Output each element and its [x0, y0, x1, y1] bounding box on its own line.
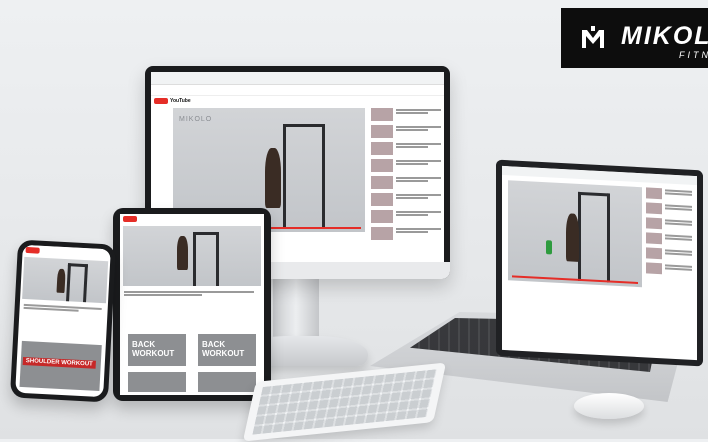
- list-item[interactable]: [646, 202, 692, 215]
- athlete: [566, 213, 579, 262]
- list-item[interactable]: [646, 262, 692, 275]
- gym-rack: [193, 232, 219, 286]
- list-item[interactable]: [646, 247, 692, 260]
- youtube-logo-icon: [123, 216, 137, 222]
- browser-tabs: [151, 72, 444, 85]
- video-thumbnail[interactable]: BACK WORKOUT: [198, 334, 256, 366]
- weight-plate: [546, 240, 552, 255]
- list-item[interactable]: [646, 217, 692, 230]
- youtube-logo-text: YouTube: [170, 98, 191, 104]
- list-item[interactable]: [371, 193, 441, 206]
- youtube-header: YouTube: [151, 96, 444, 106]
- video-thumbnail[interactable]: SHOULDER WORKOUT: [19, 340, 102, 392]
- athlete: [177, 236, 188, 270]
- related-videos-list: [371, 108, 441, 244]
- list-item[interactable]: [371, 227, 441, 240]
- list-item[interactable]: [371, 210, 441, 223]
- thumb-banner: SHOULDER WORKOUT: [22, 356, 96, 369]
- laptop-video-player[interactable]: [508, 180, 642, 288]
- keyboard: [242, 362, 447, 442]
- youtube-logo-icon: [25, 246, 40, 254]
- mouse: [574, 393, 644, 419]
- list-item[interactable]: [646, 187, 692, 200]
- video-title-lines: [124, 290, 254, 297]
- athlete: [265, 148, 281, 208]
- laptop-screen: [502, 165, 697, 361]
- brand-subtitle: FITN: [679, 50, 708, 60]
- gym-rack: [283, 124, 325, 229]
- list-item[interactable]: [371, 142, 441, 155]
- video-watermark: MIKOLO: [179, 116, 213, 123]
- video-thumbnail[interactable]: BACK WORKOUT: [128, 334, 186, 366]
- browser-address-bar: [151, 85, 444, 96]
- list-item[interactable]: [371, 176, 441, 189]
- tablet-video-player[interactable]: [123, 226, 261, 286]
- list-item[interactable]: [371, 159, 441, 172]
- progress-bar[interactable]: [512, 275, 638, 285]
- phone-screen: SHOULDER WORKOUT: [15, 244, 111, 398]
- brand-name: MIKOL: [621, 22, 708, 50]
- video-title-lines: [23, 303, 102, 314]
- gym-rack: [65, 263, 89, 304]
- mikolo-crest-icon: [582, 26, 604, 48]
- thumb-title: BACK WORKOUT: [132, 340, 175, 358]
- thumb-title: BACK WORKOUT: [202, 340, 245, 358]
- related-videos-list: [646, 187, 692, 279]
- brand-logo: MIKOL FITN: [561, 8, 708, 68]
- list-item[interactable]: [646, 232, 692, 245]
- youtube-logo-icon: [154, 98, 168, 104]
- tablet-screen: BACK WORKOUT BACK WORKOUT: [120, 214, 264, 395]
- video-thumbnail[interactable]: [198, 372, 256, 392]
- gym-rack: [578, 191, 610, 283]
- list-item[interactable]: [371, 125, 441, 138]
- video-thumbnail[interactable]: [128, 372, 186, 392]
- list-item[interactable]: [371, 108, 441, 121]
- phone-video-player[interactable]: [22, 256, 109, 304]
- monitor-stand-neck: [273, 279, 319, 341]
- athlete: [56, 268, 66, 294]
